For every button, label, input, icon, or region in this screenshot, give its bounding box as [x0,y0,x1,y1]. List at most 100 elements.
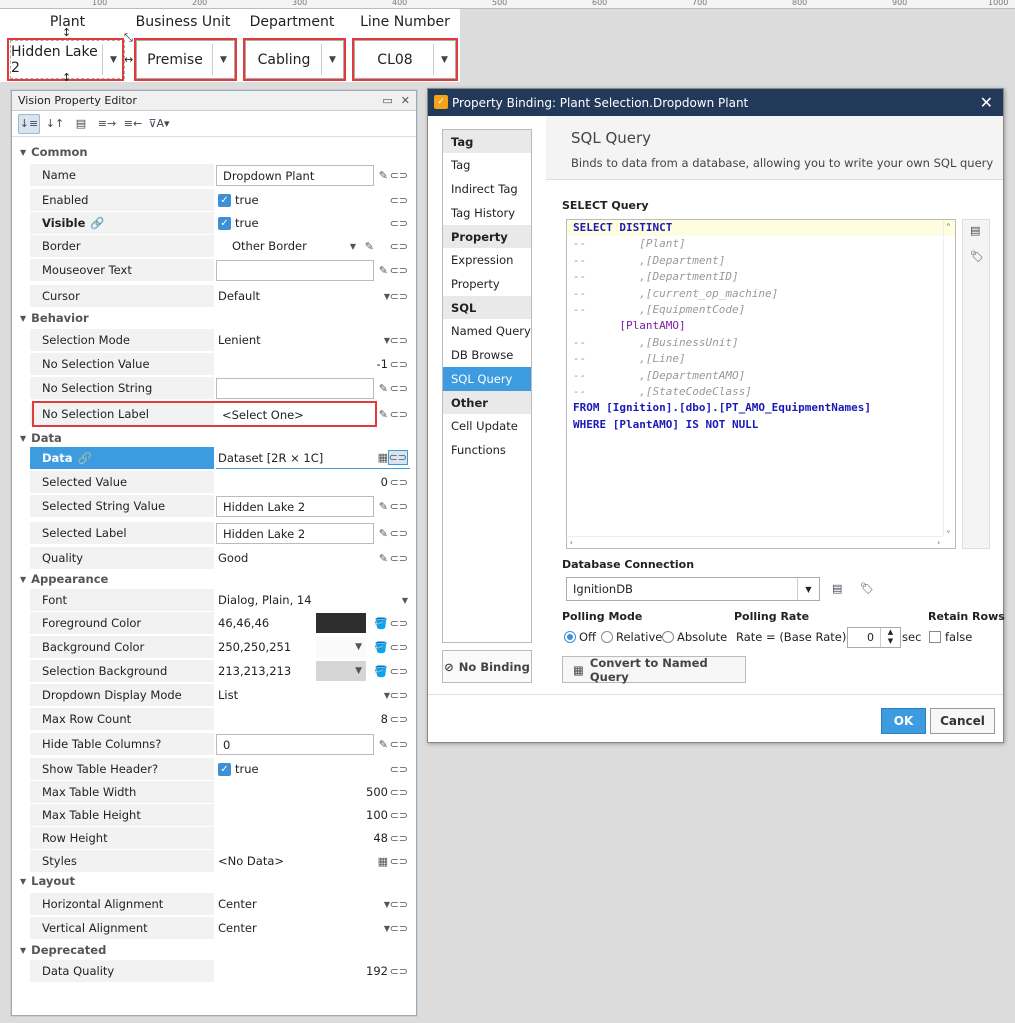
pencil-icon[interactable]: ✎ [379,527,388,540]
polling-absolute-radio[interactable]: Absolute [662,630,727,644]
prop-row-data[interactable]: Data 🔗 Dataset [2R ⨯ 1C] ▦ ⊂⊃ [30,447,410,469]
prop-row-no-selection-label[interactable]: No Selection Label <Select One> ✎ ⊂⊃ [30,403,410,425]
selected-value[interactable]: 0 [381,475,388,489]
retain-rows-checkbox[interactable]: false [929,630,972,644]
nav-item-sql-query[interactable]: SQL Query [443,367,531,391]
list-icon[interactable]: ▤ [970,224,980,237]
section-behavior[interactable]: ▼ Behavior [12,309,416,327]
pencil-icon[interactable]: ✎ [379,552,388,565]
sort-categorized-icon[interactable]: ↓≡ [18,113,40,134]
name-field[interactable]: Dropdown Plant [216,165,374,186]
link-icon[interactable]: ⊂⊃ [390,689,408,702]
resize-handle-icon[interactable]: ↕ [62,71,71,84]
nav-item-indirect-tag[interactable]: Indirect Tag [443,177,531,201]
link-icon[interactable]: ⊂⊃ [390,786,408,799]
selected-label-field[interactable]: Hidden Lake 2 [216,523,374,544]
section-data[interactable]: ▼ Data [12,429,416,447]
link-icon[interactable]: ⊂⊃ [390,965,408,978]
prop-row-selected-string[interactable]: Selected String Value Hidden Lake 2 ✎ ⊂⊃ [30,495,410,517]
tag-icon[interactable]: 🏷 [970,250,984,263]
nav-item-named-query[interactable]: Named Query [443,319,531,343]
link-icon[interactable]: ⊂⊃ [390,552,408,565]
section-common[interactable]: ▼ Common [12,143,416,161]
prop-row-quality[interactable]: Quality Good ✎ ⊂⊃ [30,547,410,569]
max-table-height-value[interactable]: 100 [366,808,388,822]
checkbox-icon[interactable]: ✓ [218,193,231,207]
filter-icon[interactable]: ⊽A▾ [148,114,170,134]
dataset-icon[interactable]: ▦ [378,855,388,868]
link-icon[interactable]: ⊂⊃ [390,855,408,868]
department-dropdown[interactable]: Cabling ▼ [245,40,344,79]
no-selection-value[interactable]: -1 [377,357,388,371]
pencil-icon[interactable]: ✎ [365,240,374,253]
radio-icon[interactable] [564,631,576,643]
convert-to-named-query-button[interactable]: ▦ Convert to Named Query [562,656,746,684]
nav-item-tag[interactable]: Tag [443,153,531,177]
mouseover-field[interactable] [216,260,374,281]
chevron-down-icon[interactable]: ▼ [212,44,234,75]
link-icon[interactable]: ⊂⊃ [390,527,408,540]
link-icon[interactable]: ⊂⊃ [390,809,408,822]
expand-icon[interactable]: ≡→ [96,114,118,134]
pencil-icon[interactable]: ✎ [379,382,388,395]
sql-query-editor[interactable]: SELECT DISTINCT -- [Plant] -- ,[Departme… [566,219,956,549]
chevron-down-icon[interactable]: ▼ [350,242,356,251]
resize-handle-icon[interactable]: ↔ [124,53,133,66]
tag-icon[interactable]: 🏷 [860,582,874,595]
prop-row-styles[interactable]: Styles <No Data> ▦ ⊂⊃ [30,850,410,872]
sort-alpha-icon[interactable]: ↓↑ [44,114,66,134]
polling-relative-radio[interactable]: Relative [601,630,662,644]
radio-icon[interactable] [662,631,674,643]
no-selection-label-field[interactable]: <Select One> [216,404,374,425]
paint-bucket-icon[interactable]: 🪣 [374,617,388,630]
chevron-down-icon[interactable]: ▼ [433,44,455,75]
prop-row-selection-mode[interactable]: Selection Mode Lenient ▼ ⊂⊃ [30,329,410,351]
nav-item-tag-history[interactable]: Tag History [443,201,531,225]
link-icon[interactable]: ⊂⊃ [390,264,408,277]
prop-row-vertical-alignment[interactable]: Vertical Alignment Center ▼ ⊂⊃ [30,917,410,939]
chevron-down-icon[interactable]: ▼ [797,578,819,600]
link-icon[interactable]: ⊂⊃ [387,450,408,465]
restore-icon[interactable]: ▭ [382,94,392,107]
db-connection-select[interactable]: IgnitionDB ▼ [566,577,820,601]
link-icon[interactable]: ⊂⊃ [390,617,408,630]
data-quality-value[interactable]: 192 [366,964,388,978]
list-icon[interactable]: ▤ [832,582,842,595]
prop-row-hide-table-columns[interactable]: Hide Table Columns? 0 ✎ ⊂⊃ [30,733,410,755]
selected-string-field[interactable]: Hidden Lake 2 [216,496,374,517]
color-swatch[interactable] [316,613,366,633]
pencil-icon[interactable]: ✎ [379,169,388,182]
link-icon[interactable]: ⊂⊃ [390,476,408,489]
chevron-down-icon[interactable]: ▼ [355,642,362,652]
prop-row-max-table-height[interactable]: Max Table Height 100 ⊂⊃ [30,804,410,826]
pencil-icon[interactable]: ✎ [379,738,388,751]
checkbox-icon[interactable] [929,631,941,643]
checkbox-icon[interactable]: ✓ [218,762,231,776]
dataset-icon[interactable]: ▦ [378,451,388,464]
link-icon[interactable]: ⊂⊃ [390,382,408,395]
max-table-width-value[interactable]: 500 [366,785,388,799]
resize-handle-icon[interactable]: ↕ [62,26,71,39]
link-icon[interactable]: ⊂⊃ [390,217,408,230]
business-unit-dropdown[interactable]: Premise ▼ [136,40,235,79]
link-icon[interactable]: ⊂⊃ [390,240,408,253]
nav-item-cell-update[interactable]: Cell Update [443,414,531,438]
cancel-button[interactable]: Cancel [930,708,995,734]
polling-off-radio[interactable]: Off [564,630,596,644]
prop-row-no-selection-string[interactable]: No Selection String ✎ ⊂⊃ [30,377,410,399]
prop-row-selected-value[interactable]: Selected Value 0 ⊂⊃ [30,471,410,493]
spinner-arrows-icon[interactable]: ▲ ▼ [880,628,900,647]
prop-row-dropdown-display-mode[interactable]: Dropdown Display Mode List ▼ ⊂⊃ [30,684,410,706]
vertical-scrollbar[interactable]: ⌃ ⌄ [943,220,955,536]
horizontal-scrollbar[interactable]: ‹ › [567,536,943,548]
pencil-icon[interactable]: ✎ [379,264,388,277]
chevron-down-icon[interactable]: ▼ [102,44,124,75]
link-icon[interactable]: ⊂⊃ [390,832,408,845]
row-height-value[interactable]: 48 [373,831,388,845]
section-layout[interactable]: ▼ Layout [12,872,416,890]
polling-rate-spinner[interactable]: 0 ▲ ▼ [847,627,901,648]
prop-row-border[interactable]: Border Other Border ▼ ✎ ⊂⊃ [30,235,410,257]
chevron-down-icon[interactable]: ▼ [321,44,343,75]
section-deprecated[interactable]: ▼ Deprecated [12,941,416,959]
prop-row-row-height[interactable]: Row Height 48 ⊂⊃ [30,827,410,849]
